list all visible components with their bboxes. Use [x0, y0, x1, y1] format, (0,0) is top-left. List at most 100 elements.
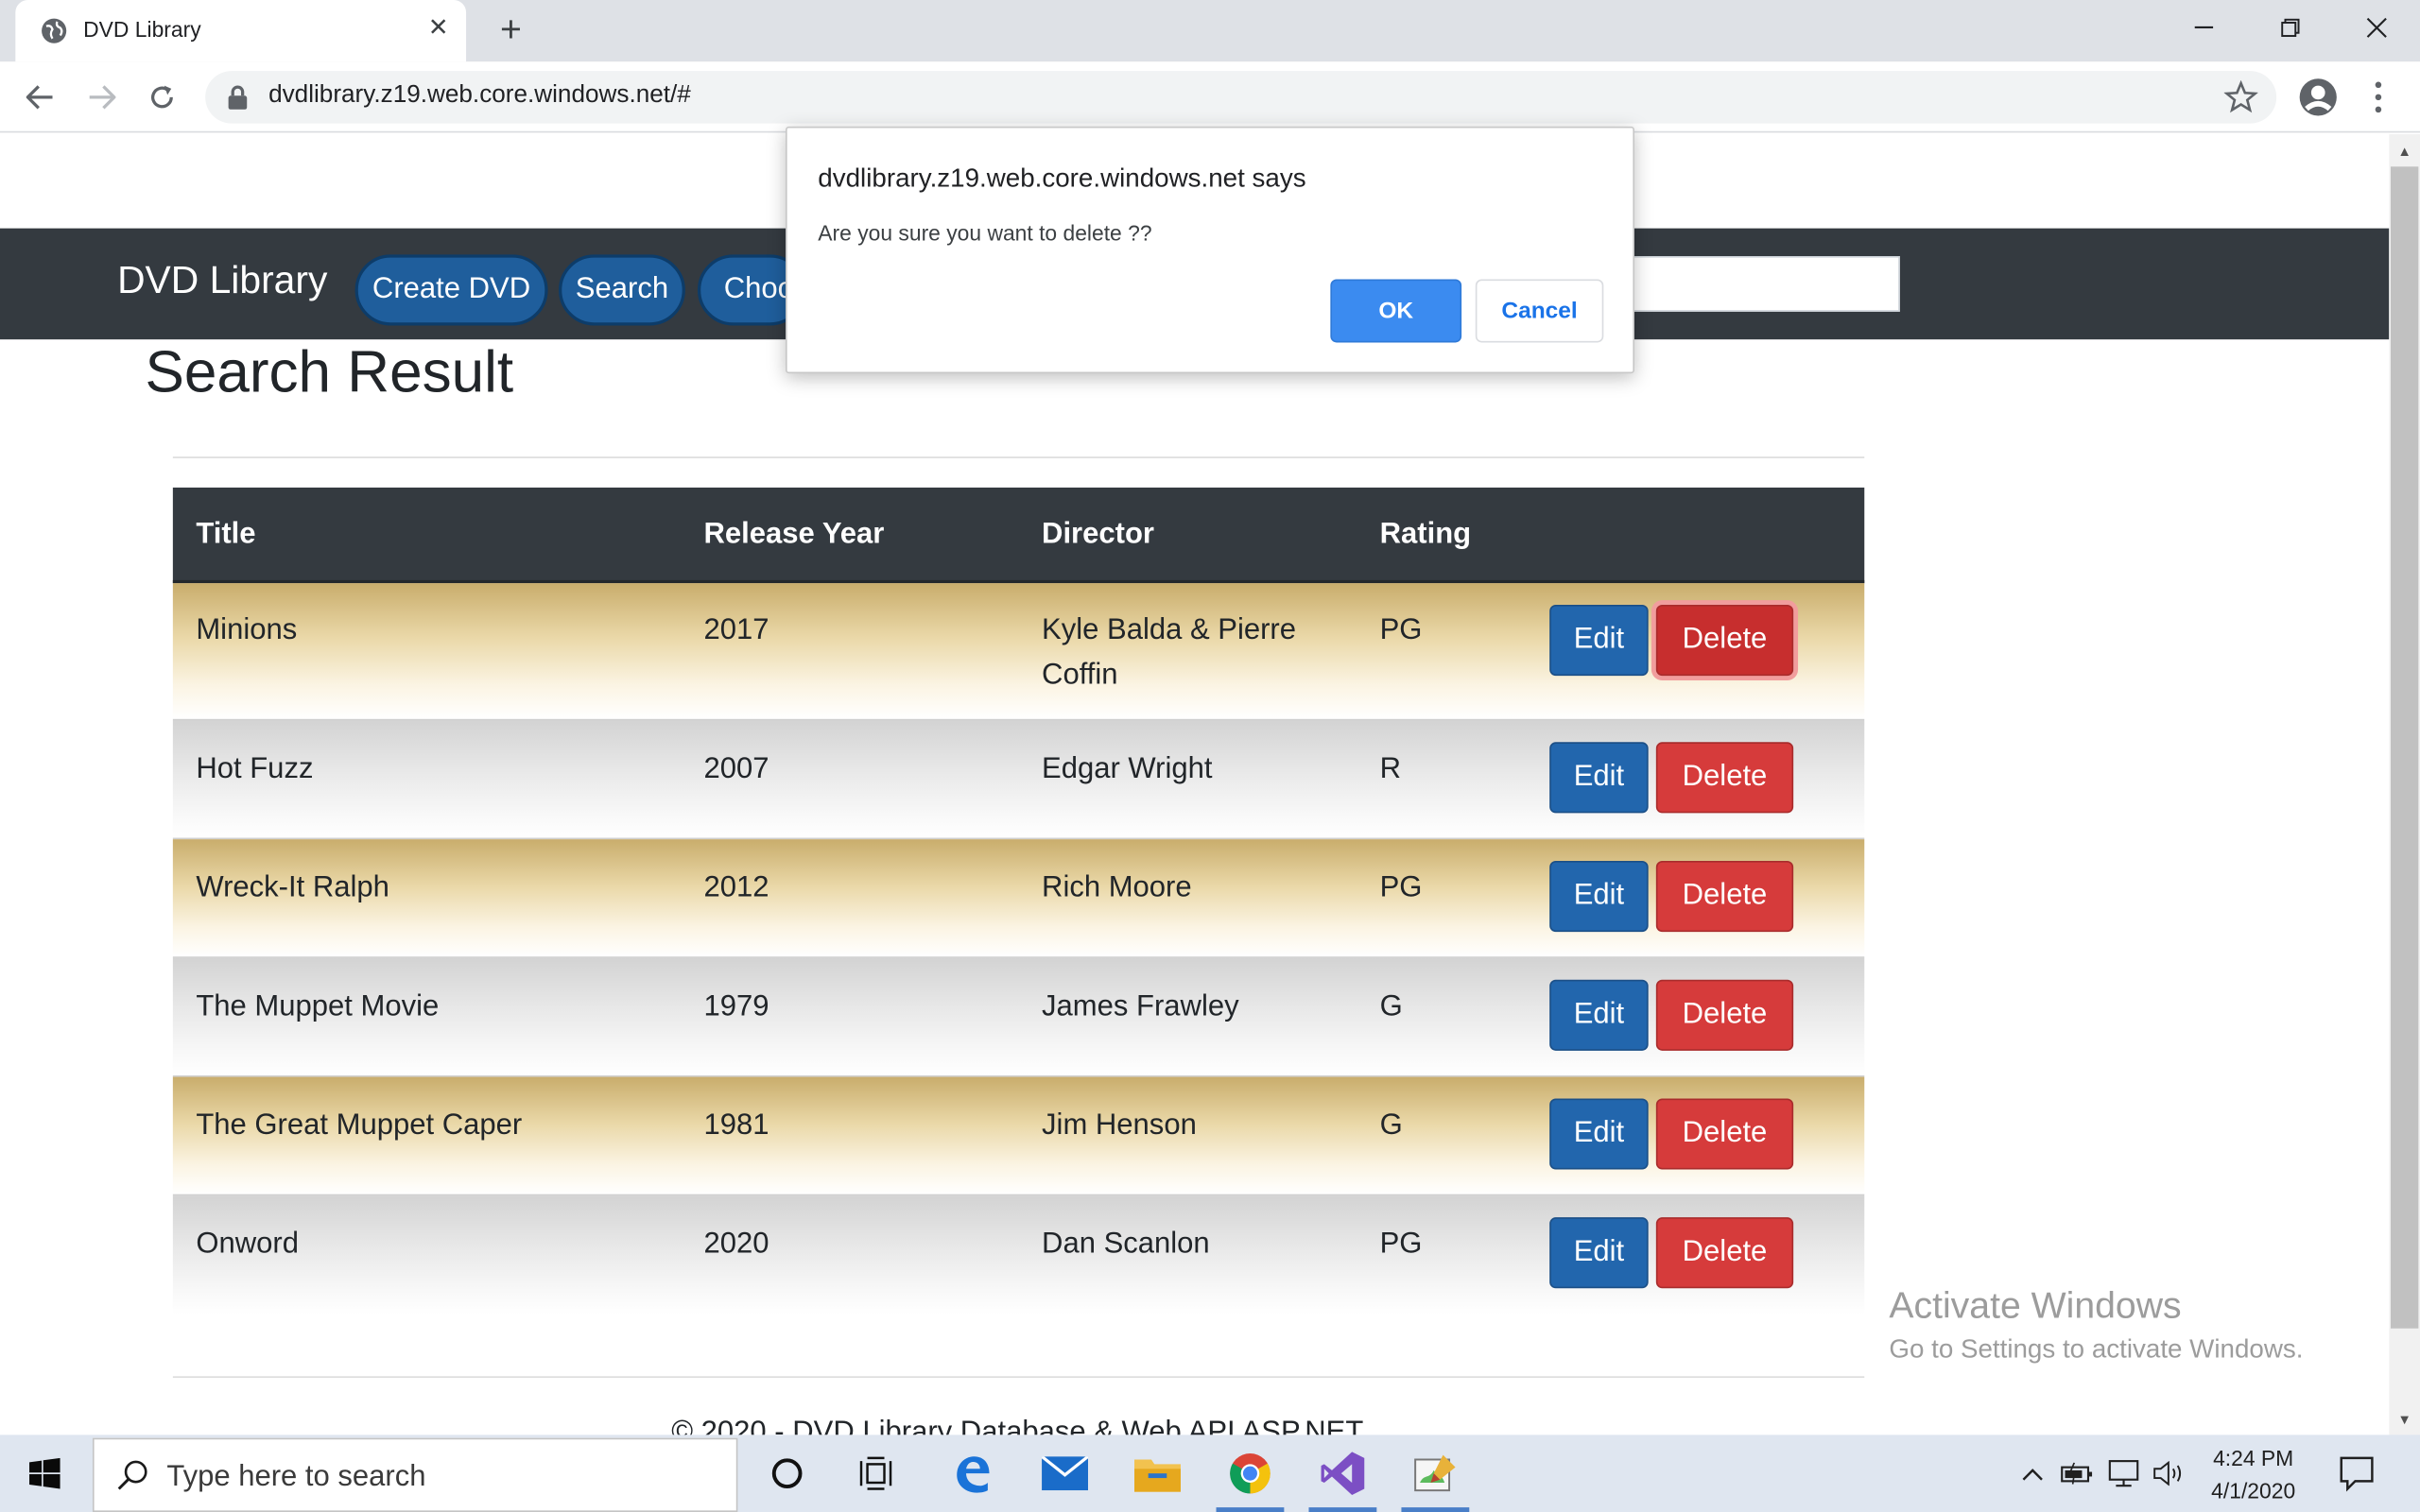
cell-director: Jim Henson	[1042, 1108, 1197, 1143]
edit-button[interactable]: Edit	[1549, 605, 1649, 677]
globe-icon	[42, 18, 67, 43]
show-hidden-icons-icon[interactable]	[2014, 1455, 2051, 1492]
file-explorer-icon[interactable]	[1112, 1435, 1204, 1512]
edit-button[interactable]: Edit	[1549, 1217, 1649, 1289]
tab-title: DVD Library	[83, 16, 201, 43]
cell-rating: G	[1379, 990, 1403, 1023]
edit-button[interactable]: Edit	[1549, 1098, 1649, 1170]
header-title: Title	[196, 518, 256, 551]
table-row: The Great Muppet Caper 1981 Jim Henson G…	[172, 1076, 1865, 1196]
taskbar-search-box[interactable]: Type here to search	[92, 1437, 738, 1512]
dialog-title: dvdlibrary.z19.web.core.windows.net says	[818, 163, 1306, 194]
edit-button[interactable]: Edit	[1549, 861, 1649, 933]
edit-button[interactable]: Edit	[1549, 979, 1649, 1051]
mail-icon[interactable]	[1019, 1435, 1112, 1512]
results-table: Title Release Year Director Rating Minio…	[172, 487, 1865, 1315]
table-header: Title Release Year Director Rating	[172, 487, 1865, 584]
cell-rating: PG	[1379, 1228, 1423, 1261]
header-director: Director	[1042, 518, 1154, 551]
cell-release-year: 2017	[703, 613, 769, 647]
windows-taskbar: Type here to search 4:24 PM 4/1/2020	[0, 1435, 2420, 1512]
cell-release-year: 2020	[703, 1228, 769, 1261]
cell-release-year: 1979	[703, 990, 769, 1023]
cell-release-year: 1981	[703, 1108, 769, 1143]
cell-rating: G	[1379, 1108, 1403, 1143]
task-view-icon[interactable]	[830, 1435, 923, 1512]
cell-release-year: 2007	[703, 752, 769, 786]
cell-director: James Frawley	[1042, 990, 1239, 1023]
site-brand[interactable]: DVD Library	[117, 259, 327, 303]
browser-menu-icon[interactable]	[2359, 77, 2398, 117]
footer-divider	[172, 1376, 1865, 1378]
new-tab-icon[interactable]: +	[491, 10, 530, 50]
delete-button[interactable]: Delete	[1655, 861, 1794, 933]
cell-title: Onword	[196, 1228, 299, 1261]
cell-title: The Great Muppet Caper	[196, 1108, 523, 1143]
edge-icon[interactable]	[926, 1435, 1019, 1512]
delete-button[interactable]: Delete	[1655, 605, 1794, 677]
browser-tab[interactable]: DVD Library ✕	[15, 0, 467, 62]
volume-icon[interactable]	[2150, 1455, 2187, 1492]
clock-time: 4:24 PM	[2213, 1445, 2294, 1470]
taskbar-clock[interactable]: 4:24 PM 4/1/2020	[2198, 1443, 2309, 1508]
cell-rating: PG	[1379, 613, 1423, 647]
search-input[interactable]	[1604, 256, 1900, 312]
close-window-icon[interactable]	[2334, 0, 2420, 56]
chrome-icon[interactable]	[1203, 1435, 1296, 1512]
clock-date: 4/1/2020	[2211, 1478, 2296, 1503]
activate-windows-watermark: Activate Windows Go to Settings to activ…	[1889, 1285, 2303, 1366]
cell-title: The Muppet Movie	[196, 990, 440, 1023]
paint-icon[interactable]	[1389, 1435, 1481, 1512]
table-row: Wreck-It Ralph 2012 Rich Moore PG Edit D…	[172, 839, 1865, 958]
cancel-button[interactable]: Cancel	[1475, 279, 1604, 343]
page-title: Search Result	[145, 340, 514, 406]
url-text: dvdlibrary.z19.web.core.windows.net/#	[268, 81, 691, 109]
footer-text: © 2020 - DVD Library Database & Web API …	[671, 1416, 1364, 1435]
confirm-dialog: dvdlibrary.z19.web.core.windows.net says…	[786, 126, 1634, 374]
reload-icon[interactable]	[141, 76, 184, 119]
ok-button[interactable]: OK	[1330, 279, 1462, 343]
create-dvd-button[interactable]: Create DVD	[354, 254, 548, 326]
scroll-down-icon[interactable]: ▼	[2395, 1410, 2414, 1429]
cell-director: Edgar Wright	[1042, 752, 1213, 786]
cell-director: Kyle Balda & Pierre Coffin	[1042, 613, 1297, 692]
browser-toolbar: dvdlibrary.z19.web.core.windows.net/#	[0, 61, 2420, 133]
taskbar-search-placeholder: Type here to search	[166, 1461, 426, 1494]
lock-icon[interactable]	[227, 85, 249, 110]
edit-button[interactable]: Edit	[1549, 742, 1649, 814]
minimize-window-icon[interactable]	[2161, 0, 2247, 56]
search-icon	[117, 1460, 147, 1490]
table-row: Hot Fuzz 2007 Edgar Wright R Edit Delete	[172, 720, 1865, 840]
cell-rating: PG	[1379, 871, 1423, 904]
scrollbar-thumb[interactable]	[2390, 166, 2419, 1329]
forward-arrow-icon[interactable]	[80, 76, 124, 119]
delete-button[interactable]: Delete	[1655, 1217, 1794, 1289]
delete-button[interactable]: Delete	[1655, 1098, 1794, 1170]
search-button[interactable]: Search	[559, 254, 685, 326]
header-rating: Rating	[1379, 518, 1472, 551]
delete-button[interactable]: Delete	[1655, 979, 1794, 1051]
address-bar[interactable]: dvdlibrary.z19.web.core.windows.net/#	[205, 71, 2277, 124]
cell-director: Rich Moore	[1042, 871, 1192, 904]
action-center-icon[interactable]	[2334, 1452, 2380, 1495]
cell-director: Dan Scanlon	[1042, 1228, 1210, 1261]
table-row: Onword 2020 Dan Scanlon PG Edit Delete	[172, 1195, 1865, 1315]
cell-title: Wreck-It Ralph	[196, 871, 389, 904]
bookmark-star-icon[interactable]	[2223, 79, 2258, 114]
network-icon[interactable]	[2105, 1455, 2142, 1492]
cell-release-year: 2012	[703, 871, 769, 904]
tab-close-icon[interactable]: ✕	[423, 14, 454, 45]
profile-avatar-icon[interactable]	[2298, 77, 2338, 117]
windows-start-icon[interactable]	[0, 1435, 90, 1512]
table-row: The Muppet Movie 1979 James Frawley G Ed…	[172, 957, 1865, 1077]
cell-rating: R	[1379, 752, 1402, 786]
restore-window-icon[interactable]	[2247, 0, 2333, 56]
cortana-icon[interactable]	[741, 1435, 834, 1512]
visual-studio-icon[interactable]	[1296, 1435, 1389, 1512]
scroll-up-icon[interactable]: ▲	[2395, 142, 2414, 161]
header-release-year: Release Year	[703, 518, 885, 551]
back-arrow-icon[interactable]	[19, 76, 62, 119]
battery-icon[interactable]	[2059, 1455, 2096, 1492]
table-row: Minions 2017 Kyle Balda & Pierre Coffin …	[172, 583, 1865, 721]
delete-button[interactable]: Delete	[1655, 742, 1794, 814]
